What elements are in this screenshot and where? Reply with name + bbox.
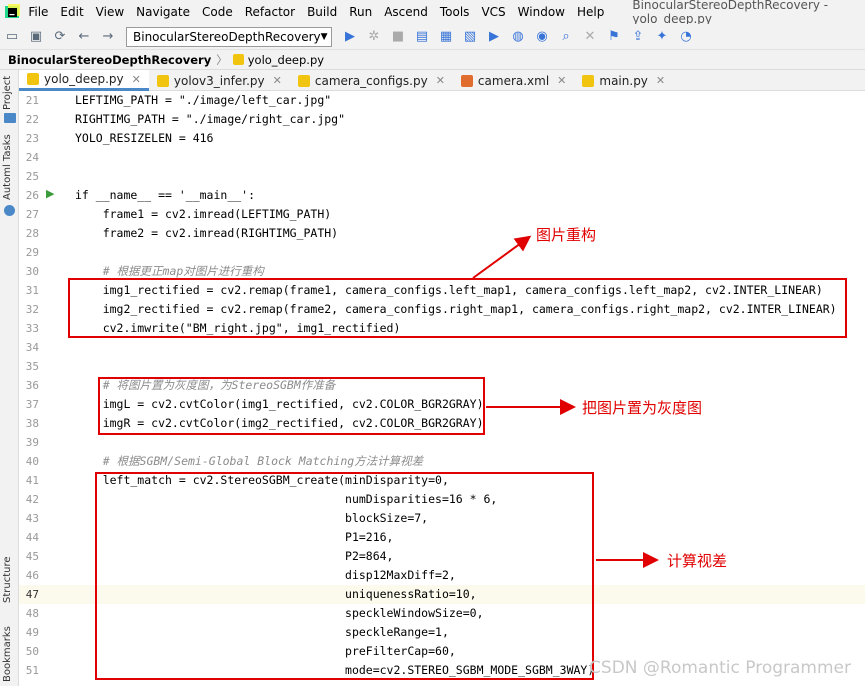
annotation-label-remap: 图片重构 bbox=[536, 226, 597, 244]
annotation-label-gray: 把图片置为灰度图 bbox=[582, 399, 703, 417]
annotation-label-disparity: 计算视差 bbox=[667, 552, 728, 570]
annotation-arrows bbox=[472, 235, 659, 568]
arrow-remap bbox=[472, 235, 532, 279]
watermark: CSDN @Romantic Programmer bbox=[589, 658, 851, 678]
